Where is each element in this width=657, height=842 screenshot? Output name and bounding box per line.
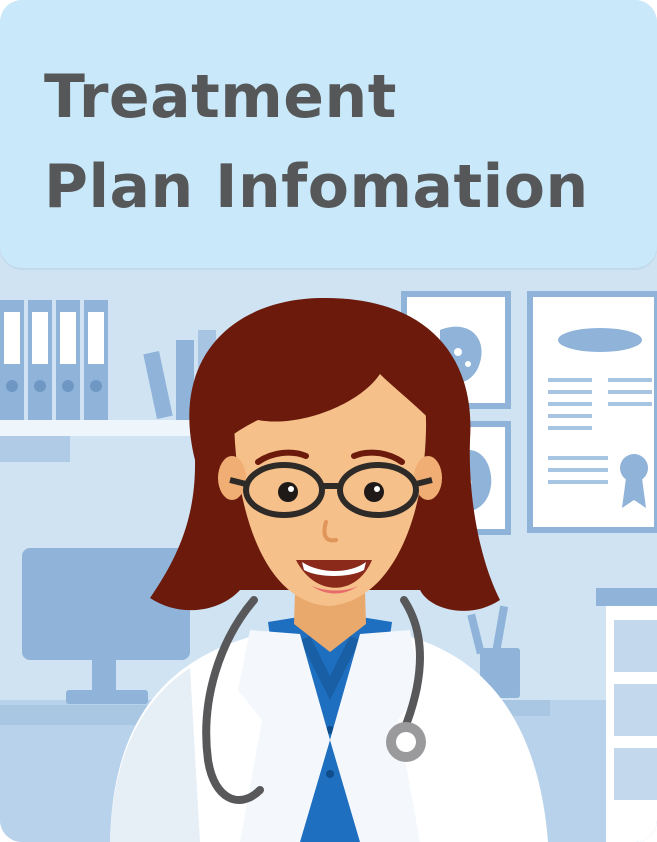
card-title: Treatment Plan Infomation xyxy=(44,52,589,232)
card-header: Treatment Plan Infomation xyxy=(0,0,657,268)
treatment-plan-card[interactable]: Treatment Plan Infomation xyxy=(0,0,657,842)
title-line-2: Plan Infomation xyxy=(44,152,589,222)
title-line-1: Treatment xyxy=(44,62,397,132)
certificate-icon xyxy=(527,291,657,533)
